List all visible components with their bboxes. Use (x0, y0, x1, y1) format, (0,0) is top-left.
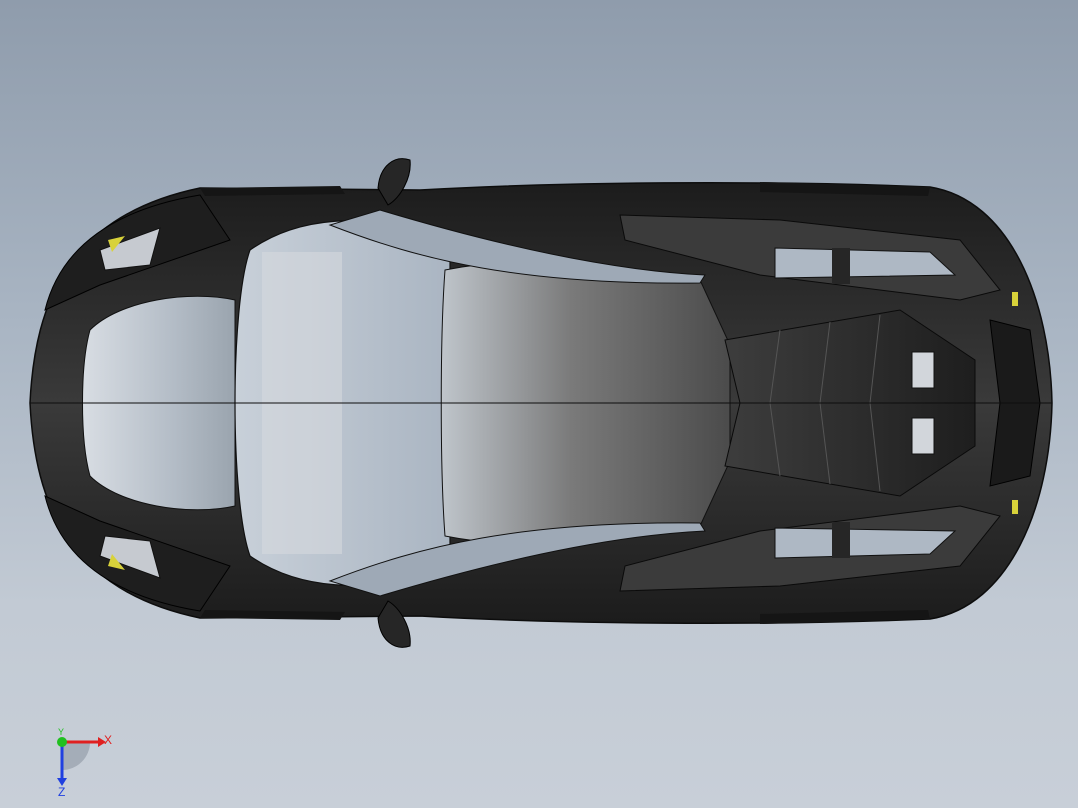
z-axis-label: Z (58, 785, 65, 798)
rear-glass-top (774, 247, 957, 279)
car-model-top-view[interactable] (0, 0, 1078, 808)
graphics-viewport[interactable]: X Y Z (0, 0, 1078, 808)
rear-light-bottom-accent (1012, 500, 1018, 514)
rear-strut-top (832, 248, 850, 284)
y-axis-label: Y (58, 728, 64, 737)
y-axis-dot (57, 737, 67, 747)
axis-triad: X Y Z (57, 728, 112, 798)
rear-vent-bottom (911, 417, 935, 455)
rear-light-top-accent (1012, 292, 1018, 306)
triad-shadow (62, 742, 90, 770)
rear-vent-top (911, 351, 935, 389)
rear-strut-bottom (832, 522, 850, 558)
rear-glass-bottom (774, 527, 957, 559)
x-axis-label: X (104, 733, 112, 747)
